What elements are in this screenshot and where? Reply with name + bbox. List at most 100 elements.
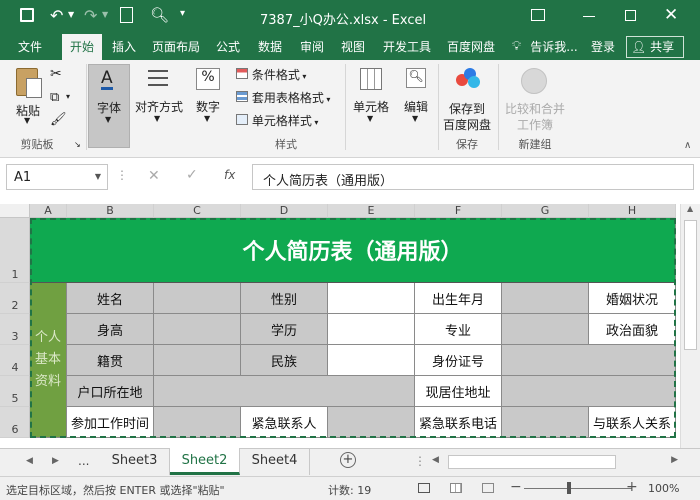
collapse-ribbon-icon[interactable]: ∧: [684, 140, 691, 151]
label-hukou[interactable]: 户口所在地: [67, 376, 154, 407]
column-header-f[interactable]: F: [415, 204, 502, 218]
select-all-corner[interactable]: [0, 204, 30, 218]
cancel-icon[interactable]: ✕: [148, 168, 160, 184]
value-id[interactable]: [502, 345, 676, 376]
side-label-cell[interactable]: 个人 基本 资料: [30, 283, 67, 438]
page-layout-view-icon[interactable]: [450, 483, 462, 493]
copy-dropdown-icon[interactable]: ▾: [66, 92, 70, 101]
column-header-c[interactable]: C: [154, 204, 241, 218]
row-header-3[interactable]: 3: [0, 314, 30, 345]
enter-icon[interactable]: ✓: [186, 167, 198, 183]
label-major[interactable]: 专业: [415, 314, 502, 345]
undo-dropdown-icon[interactable]: ▼: [68, 10, 74, 19]
row-header-2[interactable]: 2: [0, 283, 30, 314]
share-button[interactable]: 👤︎ 共享: [626, 36, 684, 58]
save-icon[interactable]: [20, 8, 34, 22]
value-gender[interactable]: [328, 283, 415, 314]
label-relation[interactable]: 与联系人关系: [589, 407, 676, 438]
new-doc-icon[interactable]: [120, 7, 133, 23]
horizontal-scroll-thumb[interactable]: [448, 455, 616, 469]
value-major[interactable]: [502, 314, 589, 345]
tab-developer[interactable]: 开发工具: [378, 34, 436, 60]
label-name[interactable]: 姓名: [67, 283, 154, 314]
paste-button[interactable]: 粘贴 ▼: [8, 64, 48, 126]
sheet-tab-sheet3[interactable]: Sheet3: [100, 449, 170, 475]
column-header-d[interactable]: D: [241, 204, 328, 218]
label-work-date[interactable]: 参加工作时间: [67, 407, 154, 438]
label-marital[interactable]: 婚姻状况: [589, 283, 676, 314]
save-to-baidu-button[interactable]: 保存到 百度网盘: [440, 64, 494, 132]
row-header-4[interactable]: 4: [0, 345, 30, 376]
label-education[interactable]: 学历: [241, 314, 328, 345]
value-address[interactable]: [502, 376, 676, 407]
value-contact[interactable]: [328, 407, 415, 438]
conditional-format-button[interactable]: 条件格式 ▾: [236, 66, 322, 84]
label-native[interactable]: 籍贯: [67, 345, 154, 376]
alignment-button[interactable]: 对齐方式 ▼: [134, 64, 184, 128]
value-work-date[interactable]: [154, 407, 241, 438]
number-format-button[interactable]: % 数字 ▼: [190, 64, 226, 128]
table-format-button[interactable]: 套用表格格式 ▾: [236, 89, 336, 107]
tab-review[interactable]: 审阅: [294, 34, 330, 60]
value-birth[interactable]: [502, 283, 589, 314]
sheet-tab-sheet2[interactable]: Sheet2: [170, 448, 240, 475]
vertical-scrollbar[interactable]: ▲: [680, 204, 700, 448]
add-sheet-icon[interactable]: +: [340, 452, 356, 468]
column-header-a[interactable]: A: [30, 204, 67, 218]
column-header-b[interactable]: B: [67, 204, 154, 218]
login-link[interactable]: 登录: [586, 34, 620, 60]
maximize-icon[interactable]: [625, 10, 636, 21]
label-political[interactable]: 政治面貌: [589, 314, 676, 345]
row-header-5[interactable]: 5: [0, 376, 30, 407]
value-hukou[interactable]: [154, 376, 415, 407]
column-header-g[interactable]: G: [502, 204, 589, 218]
redo-dropdown-icon[interactable]: ▼: [102, 10, 108, 19]
next-sheet-icon[interactable]: ▶: [52, 456, 59, 466]
prev-sheet-icon[interactable]: ◀: [26, 456, 33, 466]
customize-qat-icon[interactable]: ▾: [180, 8, 185, 19]
cut-icon[interactable]: ✂: [50, 66, 62, 82]
tab-insert[interactable]: 插入: [106, 34, 142, 60]
tab-view[interactable]: 视图: [336, 34, 370, 60]
sheet-title-cell[interactable]: 个人简历表（通用版）: [30, 218, 676, 283]
zoom-slider-thumb[interactable]: [567, 482, 571, 494]
tab-file[interactable]: 文件: [8, 34, 52, 60]
value-education[interactable]: [328, 314, 415, 345]
label-contact[interactable]: 紧急联系人: [241, 407, 328, 438]
value-ethnic[interactable]: [328, 345, 415, 376]
formula-input[interactable]: 个人简历表（通用版）: [252, 164, 694, 190]
tab-formulas[interactable]: 公式: [212, 34, 244, 60]
sheet-tab-sheet4[interactable]: Sheet4: [240, 449, 310, 475]
horizontal-scrollbar[interactable]: ◀ ▶: [430, 453, 680, 471]
value-contact-phone[interactable]: [502, 407, 589, 438]
tab-page-layout[interactable]: 页面布局: [148, 34, 204, 60]
label-address[interactable]: 现居住地址: [415, 376, 502, 407]
scroll-left-icon[interactable]: ◀: [432, 455, 439, 465]
value-height[interactable]: [154, 314, 241, 345]
close-icon[interactable]: ✕: [664, 5, 678, 25]
column-header-h[interactable]: H: [589, 204, 676, 218]
name-box-dropdown-icon[interactable]: ▼: [95, 172, 101, 181]
name-box[interactable]: A1 ▼: [6, 164, 108, 190]
cell-style-button[interactable]: 单元格样式 ▾: [236, 112, 330, 130]
tab-baidu[interactable]: 百度网盘: [442, 34, 500, 60]
label-contact-phone[interactable]: 紧急联系电话: [415, 407, 502, 438]
tab-home[interactable]: 开始: [62, 34, 102, 60]
label-id[interactable]: 身份证号: [415, 345, 502, 376]
label-height[interactable]: 身高: [67, 314, 154, 345]
tab-data[interactable]: 数据: [252, 34, 288, 60]
value-native[interactable]: [154, 345, 241, 376]
edit-button[interactable]: 🔍︎ 编辑 ▼: [398, 64, 434, 128]
print-preview-icon[interactable]: 🔍︎: [150, 6, 169, 24]
label-birth[interactable]: 出生年月: [415, 283, 502, 314]
more-sheets-link[interactable]: ...: [78, 454, 89, 468]
scroll-up-icon[interactable]: ▲: [687, 204, 693, 213]
row-header-1[interactable]: 1: [0, 218, 30, 283]
zoom-slider-track[interactable]: [524, 488, 632, 489]
normal-view-icon[interactable]: [418, 483, 430, 493]
insert-function-icon[interactable]: fx: [224, 168, 235, 182]
redo-icon[interactable]: ↷: [84, 6, 97, 25]
label-ethnic[interactable]: 民族: [241, 345, 328, 376]
minimize-icon[interactable]: [583, 16, 595, 17]
value-name[interactable]: [154, 283, 241, 314]
